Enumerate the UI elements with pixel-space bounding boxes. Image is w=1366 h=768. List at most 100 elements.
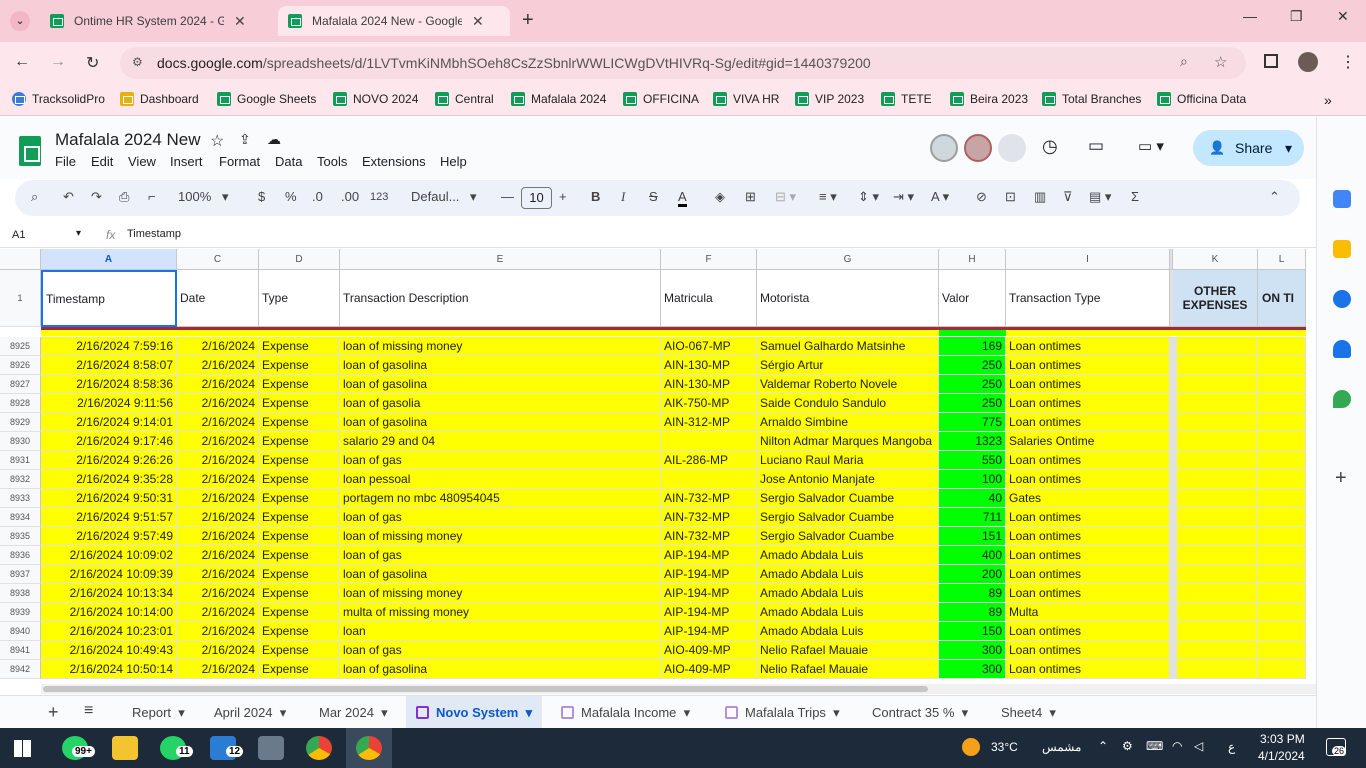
sheet-tab-mar-2024[interactable]: Mar 2024 ▾ xyxy=(309,696,398,729)
zoom-icon[interactable]: ⌕ xyxy=(1180,53,1188,70)
cell-type[interactable]: Expense xyxy=(259,432,340,451)
cell-description[interactable]: loan of gas xyxy=(340,641,661,660)
cell-transaction-type[interactable]: Loan ontimes xyxy=(1006,641,1170,660)
menu-insert[interactable]: Insert xyxy=(170,154,203,169)
language-indicator[interactable]: ع xyxy=(1228,740,1235,754)
column-header-h[interactable]: H xyxy=(939,249,1006,270)
font-select[interactable]: Defaul... xyxy=(411,189,459,204)
decrease-decimal-button[interactable]: .0 xyxy=(312,189,323,204)
cell-motorista[interactable]: Amado Abdala Luis xyxy=(757,565,939,584)
cell-matricula[interactable]: AIL-286-MP xyxy=(661,451,757,470)
print-icon[interactable]: ⎙ xyxy=(119,189,129,205)
cell-other-expenses[interactable] xyxy=(1173,508,1258,527)
cell-timestamp[interactable]: 2/16/2024 8:58:36 xyxy=(41,375,177,394)
cell-motorista[interactable]: Samuel Galhardo Matsinhe xyxy=(757,337,939,356)
cell-valor[interactable]: 300 xyxy=(939,641,1006,660)
back-icon[interactable]: ← xyxy=(14,53,30,71)
cell-timestamp[interactable]: 2/16/2024 10:49:43 xyxy=(41,641,177,660)
filter-views-icon[interactable]: ▤ ▾ xyxy=(1089,189,1111,205)
cell-type[interactable]: Expense xyxy=(259,527,340,546)
side-panel-icon[interactable] xyxy=(1264,54,1278,68)
cell-type[interactable]: Expense xyxy=(259,451,340,470)
select-all-corner[interactable] xyxy=(0,249,41,270)
header-cell-type[interactable]: Type xyxy=(259,270,340,327)
sheet-tab-contract-35[interactable]: Contract 35 % ▾ xyxy=(862,696,978,729)
cell-type[interactable]: Expense xyxy=(259,603,340,622)
cell-other-expenses[interactable] xyxy=(1173,337,1258,356)
font-size-input[interactable]: 10 xyxy=(521,187,552,209)
row-header[interactable]: 8927 xyxy=(0,375,41,394)
bookmark-total-branches[interactable]: Total Branches xyxy=(1042,92,1141,106)
cell-timestamp[interactable]: 2/16/2024 9:57:49 xyxy=(41,527,177,546)
cell-on-time[interactable] xyxy=(1258,413,1306,432)
cell-timestamp[interactable]: 2/16/2024 9:26:26 xyxy=(41,451,177,470)
redo-icon[interactable]: ↷ xyxy=(91,189,102,205)
cell-matricula[interactable]: AIN-732-MP xyxy=(661,527,757,546)
cell-valor[interactable]: 250 xyxy=(939,375,1006,394)
collapse-toolbar-icon[interactable]: ⌃ xyxy=(1269,189,1280,205)
cell-type[interactable]: Expense xyxy=(259,394,340,413)
cell-motorista[interactable]: Amado Abdala Luis xyxy=(757,622,939,641)
cell-type[interactable]: Expense xyxy=(259,413,340,432)
bookmark-google-sheets[interactable]: Google Sheets xyxy=(217,92,316,106)
increase-decimal-button[interactable]: .00 xyxy=(341,189,359,204)
column-header-c[interactable]: C xyxy=(177,249,259,270)
cell-other-expenses[interactable] xyxy=(1173,356,1258,375)
all-sheets-icon[interactable]: ≡ xyxy=(84,702,93,720)
cell-date[interactable]: 2/16/2024 xyxy=(177,432,259,451)
fill-color-icon[interactable]: ◈ xyxy=(715,189,725,205)
cell-matricula[interactable]: AIN-130-MP xyxy=(661,375,757,394)
cell-on-time[interactable] xyxy=(1258,603,1306,622)
header-cell-motorista[interactable]: Motorista xyxy=(757,270,939,327)
column-header-a[interactable]: A xyxy=(41,249,177,270)
row-header[interactable]: 8928 xyxy=(0,394,41,413)
cell-other-expenses[interactable] xyxy=(1173,470,1258,489)
cell-type[interactable]: Expense xyxy=(259,584,340,603)
cell-transaction-type[interactable]: Loan ontimes xyxy=(1006,584,1170,603)
cell-valor[interactable]: 775 xyxy=(939,413,1006,432)
cell-other-expenses[interactable] xyxy=(1173,527,1258,546)
share-dropdown-icon[interactable]: ▾ xyxy=(1285,140,1292,157)
cell-matricula[interactable]: AIP-194-MP xyxy=(661,622,757,641)
cell-transaction-type[interactable]: Loan ontimes xyxy=(1006,660,1170,679)
cell-valor[interactable]: 200 xyxy=(939,565,1006,584)
cell-date[interactable]: 2/16/2024 xyxy=(177,508,259,527)
cell-timestamp[interactable]: 2/16/2024 10:09:02 xyxy=(41,546,177,565)
insert-chart-icon[interactable]: ▥ xyxy=(1034,189,1046,205)
bookmark-tracksolidpro[interactable]: TracksolidPro xyxy=(12,92,105,106)
column-header-g[interactable]: G xyxy=(757,249,939,270)
bookmark-officina[interactable]: OFFICINA xyxy=(623,92,699,106)
cell-transaction-type[interactable]: Loan ontimes xyxy=(1006,337,1170,356)
cell-date[interactable]: 2/16/2024 xyxy=(177,641,259,660)
add-sheet-icon[interactable]: + xyxy=(48,702,59,723)
bookmark-novo-2024[interactable]: NOVO 2024 xyxy=(333,92,418,106)
column-header-i[interactable]: I xyxy=(1006,249,1170,270)
cell-other-expenses[interactable] xyxy=(1173,603,1258,622)
cell-description[interactable]: loan xyxy=(340,622,661,641)
network-status-icon[interactable]: ⚙ xyxy=(1122,739,1133,753)
cell-on-time[interactable] xyxy=(1258,622,1306,641)
cell-date[interactable]: 2/16/2024 xyxy=(177,394,259,413)
cell-other-expenses[interactable] xyxy=(1173,622,1258,641)
cell-date[interactable]: 2/16/2024 xyxy=(177,413,259,432)
cell-other-expenses[interactable] xyxy=(1173,546,1258,565)
menu-tools[interactable]: Tools xyxy=(317,154,347,169)
header-cell-other-expenses[interactable]: OTHER EXPENSES xyxy=(1173,270,1258,327)
chrome-profile-icon[interactable] xyxy=(356,736,382,760)
cell-timestamp[interactable]: 2/16/2024 8:58:07 xyxy=(41,356,177,375)
cell-transaction-type[interactable]: Loan ontimes xyxy=(1006,356,1170,375)
cell-transaction-type[interactable]: Multa xyxy=(1006,603,1170,622)
cell-motorista[interactable]: Amado Abdala Luis xyxy=(757,584,939,603)
move-icon[interactable]: ⇪ xyxy=(239,131,251,148)
cell-motorista[interactable]: Sergio Salvador Cuambe xyxy=(757,489,939,508)
percent-button[interactable]: % xyxy=(285,189,297,204)
wifi-icon[interactable]: ◠ xyxy=(1172,739,1182,753)
header-cell-description[interactable]: Transaction Description xyxy=(340,270,661,327)
cell-description[interactable]: loan of gas xyxy=(340,508,661,527)
strikethrough-button[interactable]: S xyxy=(649,189,658,204)
cell-on-time[interactable] xyxy=(1258,565,1306,584)
row-header[interactable]: 8937 xyxy=(0,565,41,584)
cell-on-time[interactable] xyxy=(1258,394,1306,413)
cell-other-expenses[interactable] xyxy=(1173,413,1258,432)
tray-chevron-icon[interactable]: ⌃ xyxy=(1098,739,1108,753)
